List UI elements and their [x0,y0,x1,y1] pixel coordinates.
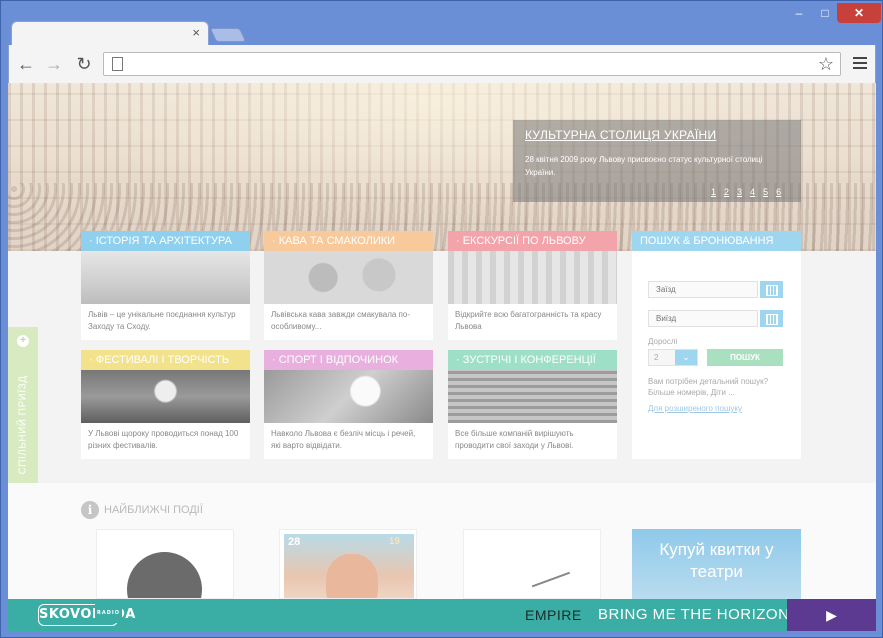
card-title[interactable]: · ЗУСТРІЧІ І КОНФЕРЕНЦІЇ [448,350,617,370]
browser-tab[interactable]: × [11,21,209,45]
card-image[interactable] [264,251,433,304]
calendar-icon[interactable] [760,281,783,298]
adults-label: Дорослі [648,337,678,346]
forward-arrow-icon[interactable]: → [43,53,65,75]
shared-trip-label: СПІЛЬНИЙ ПРИЇЗД [17,375,29,475]
slide-text: 28 квітня 2009 року Львову присвоєно ста… [525,155,763,177]
chevron-down-icon[interactable]: ⌄ [675,350,697,365]
event-card[interactable] [463,529,601,599]
new-tab-button[interactable] [209,28,247,42]
browser-window: – □ ✕ × ← → ↻ ☆ КУЛЬТУРНА СТОЛИЦЯ УКРАЇН… [0,0,883,638]
card-festivals[interactable]: · ФЕСТИВАЛІ І ТВОРЧІСТЬ У Львові щороку … [81,350,250,459]
browser-toolbar: ← → ↻ ☆ [8,45,876,83]
event-logo-image[interactable] [127,552,202,598]
event-card[interactable]: 28 19 [279,529,417,599]
card-image[interactable] [81,370,250,423]
pager-link[interactable]: 5 [763,187,768,197]
radio-logo[interactable]: SKOVORODA RADIO [38,604,135,626]
pager-link[interactable]: 1 [711,187,716,197]
card-title[interactable]: · КАВА ТА СМАКОЛИКИ [264,231,433,251]
card-text: Все більше компаній вирішують проводити … [455,429,574,450]
card-image[interactable] [81,251,250,304]
card-text: Відкрийте всю багатогранність та красу Л… [455,310,602,331]
card-excursions[interactable]: · ЕКСКУРСІЇ ПО ЛЬВОВУ Відкрийте всю бага… [448,231,617,340]
pager-link[interactable]: 6 [776,187,781,197]
card-image[interactable] [264,370,433,423]
pager-link[interactable]: 2 [724,187,729,197]
card-title[interactable]: · ЕКСКУРСІЇ ПО ЛЬВОВУ [448,231,617,251]
checkin-field[interactable] [648,281,758,298]
plus-icon: + [17,335,29,347]
calendar-icon[interactable] [760,310,783,327]
close-window-button[interactable]: ✕ [837,3,881,23]
poster-date: 28 [288,536,301,548]
booking-title: ПОШУК & БРОНЮВАННЯ [632,231,801,251]
booking-note: Вам потрібен детальний пошук? Більше ном… [648,377,769,397]
search-button[interactable]: ПОШУК [707,349,783,366]
poster-date: 19 [388,536,400,547]
banner-text: Купуй квитки у театри [659,540,774,581]
address-bar[interactable]: ☆ [103,52,841,76]
slide-pager: 1 2 3 4 5 6 [711,187,781,197]
back-arrow-icon[interactable]: ← [15,53,37,75]
card-title[interactable]: · СПОРТ І ВІДПОЧИНОК [264,350,433,370]
card-sport[interactable]: · СПОРТ І ВІДПОЧИНОК Навколо Львова є бе… [264,350,433,459]
titlebar: – □ ✕ × [1,1,882,45]
card-title[interactable]: · ІСТОРІЯ ТА АРХІТЕКТУРА [81,231,250,251]
checkout-field[interactable] [648,310,758,327]
now-playing-track: BRING ME THE HORIZON [598,606,790,623]
card-text: Львівська кава завжди смакувала по-особл… [271,310,410,331]
events-header: i НАЙБЛИЖЧІ ПОДІЇ [81,501,203,519]
play-button[interactable]: ▶ [787,599,876,631]
card-food[interactable]: · КАВА ТА СМАКОЛИКИ Львівська кава завжд… [264,231,433,340]
radio-player-bar: SKOVORODA RADIO EMPIRE BRING ME THE HORI… [8,599,876,631]
poster-face-image [326,554,378,598]
page-icon [112,57,123,71]
radio-logo-subtext: RADIO [95,604,122,623]
card-image[interactable] [448,370,617,423]
pager-link[interactable]: 3 [737,187,742,197]
card-title[interactable]: · ФЕСТИВАЛІ І ТВОРЧІСТЬ [81,350,250,370]
reload-icon[interactable]: ↻ [73,53,95,75]
event-sketch-image [531,571,577,598]
minimize-button[interactable]: – [787,3,811,23]
page-viewport: КУЛЬТУРНА СТОЛИЦЯ УКРАЇНИ 28 квітня 2009… [8,83,876,631]
tab-close-icon[interactable]: × [192,25,200,40]
pager-link[interactable]: 4 [750,187,755,197]
card-text: У Львові щороку проводиться понад 100 рі… [88,429,239,450]
slide-title-link[interactable]: КУЛЬТУРНА СТОЛИЦЯ УКРАЇНИ [525,128,716,142]
adults-value: 2 [654,353,659,362]
browser-menu-icon[interactable] [853,57,867,71]
shared-trip-tab[interactable]: + СПІЛЬНИЙ ПРИЇЗД [8,327,38,495]
info-icon: i [81,501,99,519]
card-history[interactable]: · ІСТОРІЯ ТА АРХІТЕКТУРА Львів – це унік… [81,231,250,340]
event-card[interactable] [96,529,234,599]
card-text: Львів – це унікальне поєднання культур З… [88,310,236,331]
card-meetings[interactable]: · ЗУСТРІЧІ І КОНФЕРЕНЦІЇ Все більше комп… [448,350,617,459]
now-playing-artist: EMPIRE [525,607,582,623]
advanced-search-link[interactable]: Для розширеного пошуку [648,404,742,413]
card-image[interactable] [448,251,617,304]
adults-select[interactable]: 2 ⌄ [648,349,698,366]
events-title: НАЙБЛИЖЧІ ПОДІЇ [104,504,203,516]
booking-panel: ПОШУК & БРОНЮВАННЯ Дорослі 2 ⌄ ПОШУК Вам… [632,231,801,459]
maximize-button[interactable]: □ [813,3,837,23]
bookmark-star-icon[interactable]: ☆ [818,53,834,75]
card-text: Навколо Львова є безліч місць і речей, я… [271,429,416,450]
